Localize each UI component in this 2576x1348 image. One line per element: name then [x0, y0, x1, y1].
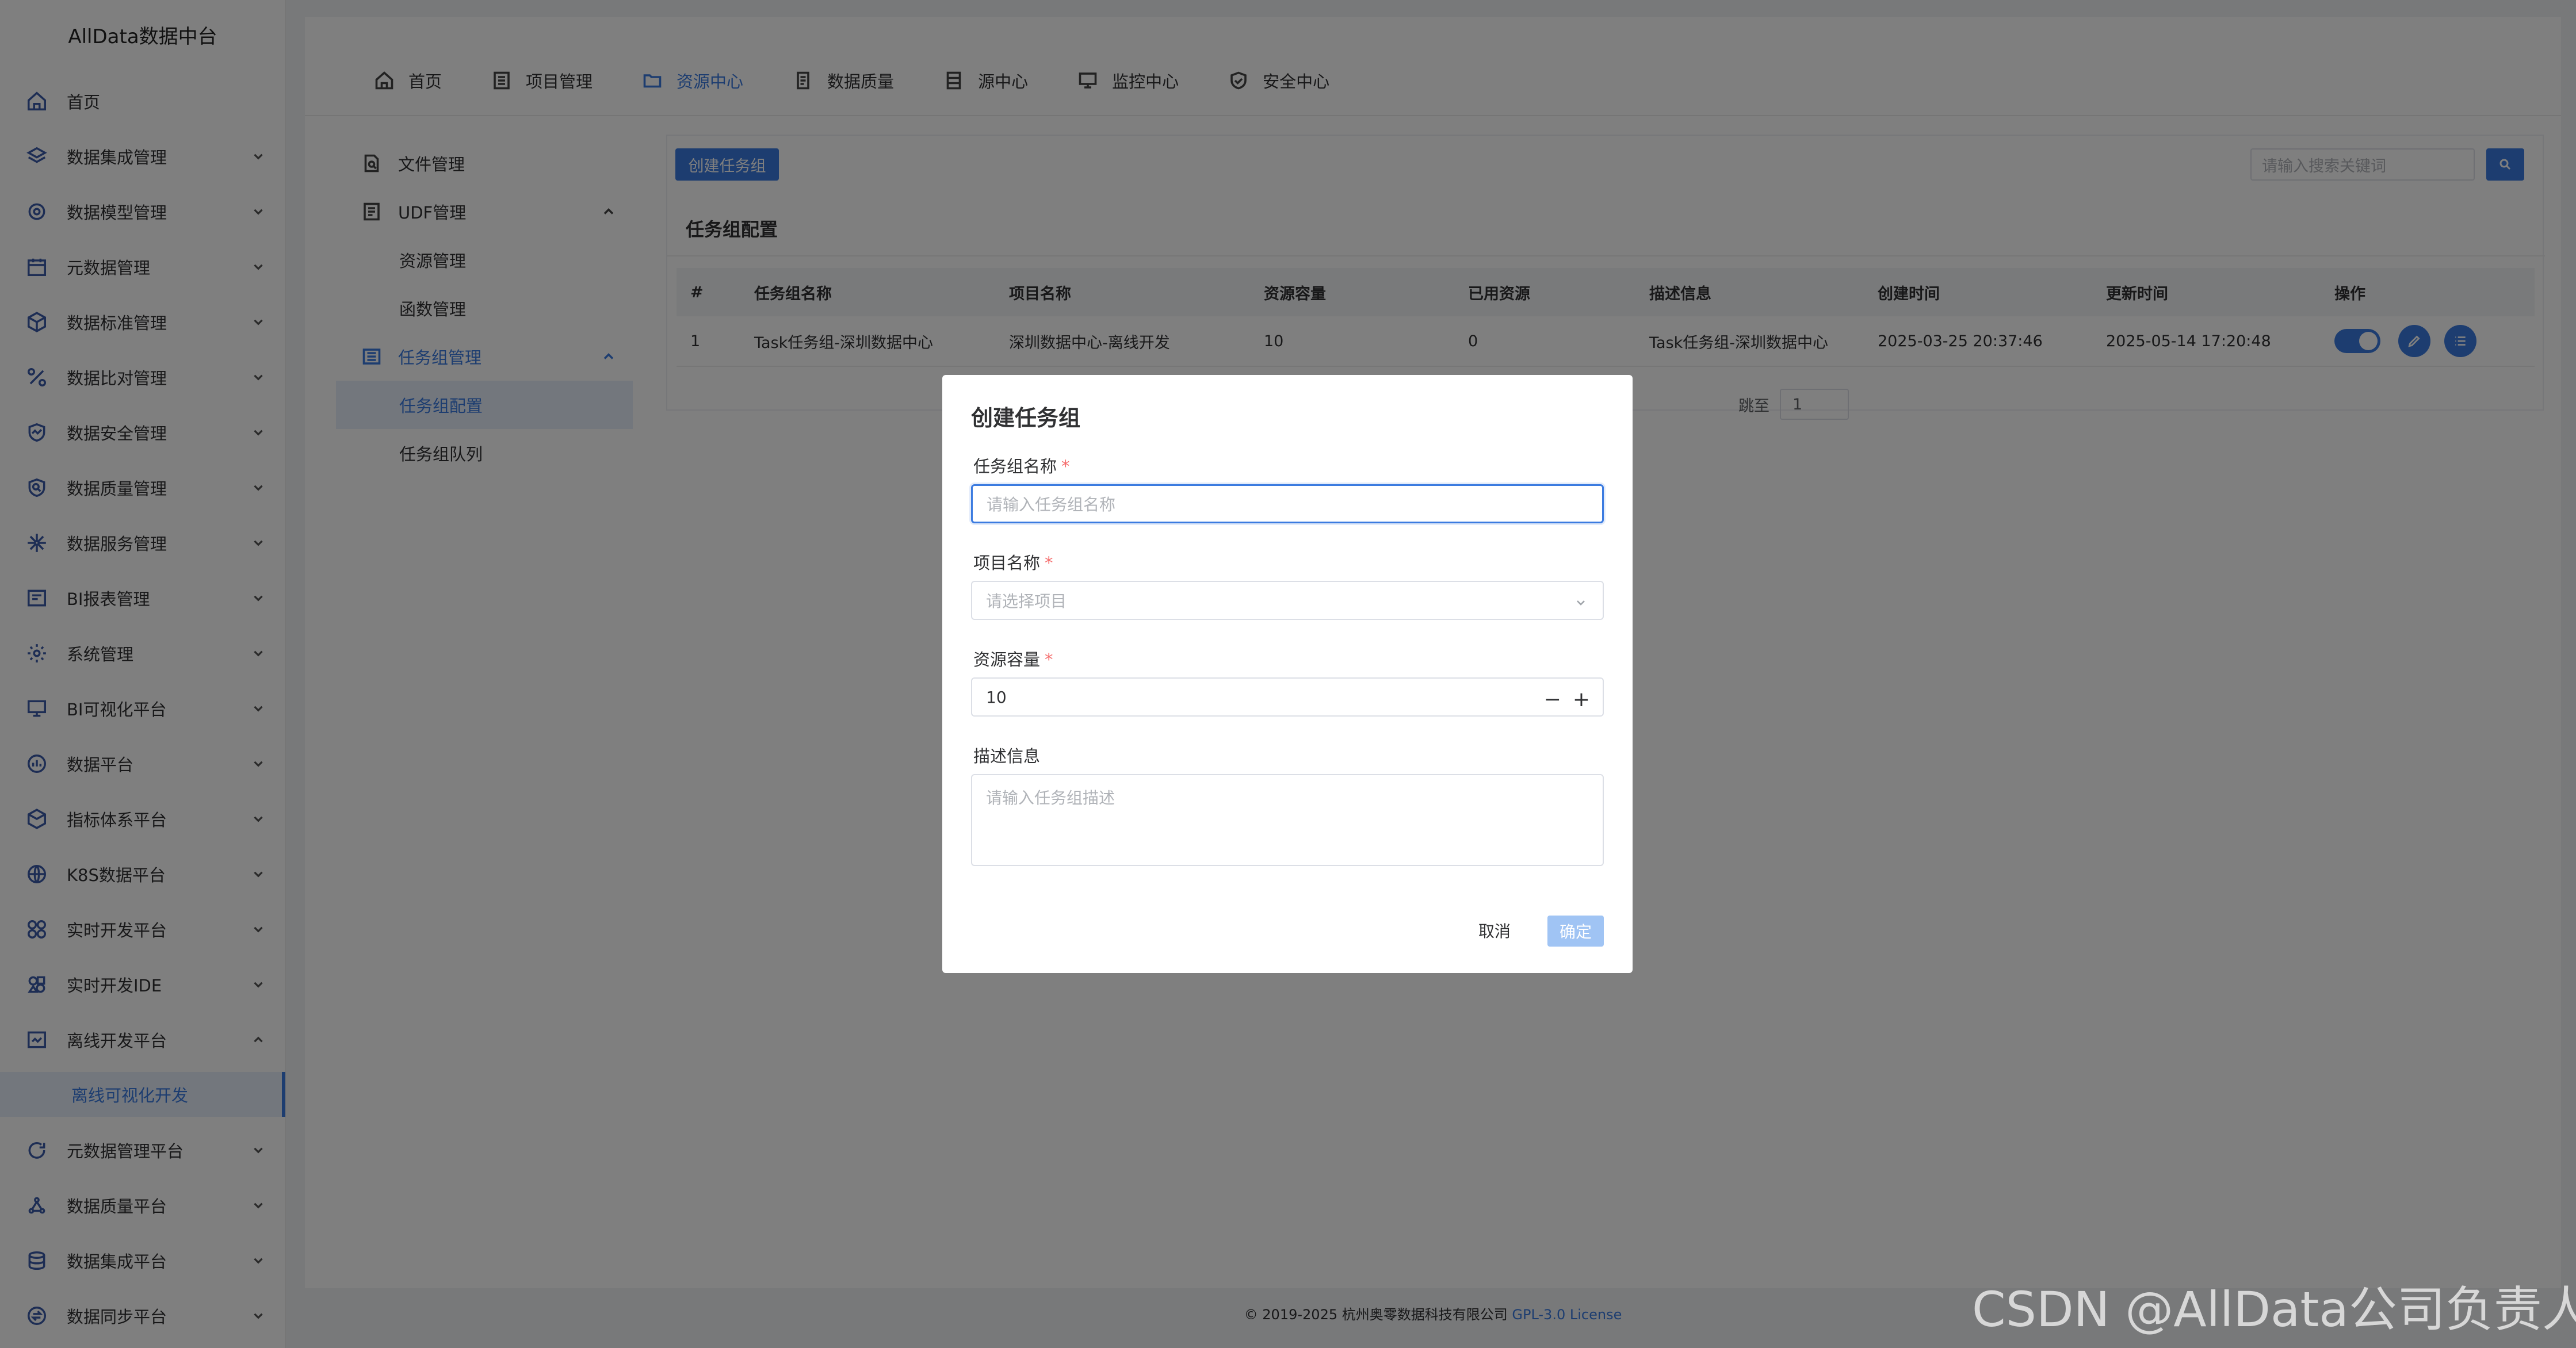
minus-icon[interactable]: − [1544, 688, 1561, 711]
capacity-label-text: 资源容量 [973, 650, 1041, 669]
stepper-controls: − + [1544, 688, 1590, 711]
taskgroup-name-input[interactable]: 请输入任务组名称 [971, 484, 1604, 523]
plus-icon[interactable]: + [1573, 688, 1590, 711]
description-textarea[interactable]: 请输入任务组描述 [971, 774, 1604, 866]
watermark: CSDN @AllData公司负责人 [1972, 1281, 2576, 1338]
cancel-button[interactable]: 取消 [1478, 919, 1511, 942]
project-label: 项目名称 * [973, 550, 1053, 574]
capacity-label: 资源容量 * [973, 646, 1053, 671]
required-mark: * [1045, 650, 1053, 669]
name-label: 任务组名称 * [973, 453, 1070, 477]
chevron-down-icon [1574, 595, 1588, 614]
name-label-text: 任务组名称 [973, 457, 1057, 476]
create-taskgroup-dialog: 创建任务组 任务组名称 * 请输入任务组名称 项目名称 * 请选择项目 资源容量 * … [942, 375, 1633, 973]
project-select[interactable]: 请选择项目 [971, 581, 1604, 620]
dialog-title: 创建任务组 [971, 405, 1081, 431]
capacity-value: 10 [986, 687, 1007, 707]
project-select-placeholder: 请选择项目 [986, 592, 1067, 611]
required-mark: * [1045, 553, 1053, 573]
confirm-button[interactable]: 确定 [1547, 916, 1604, 947]
description-label: 描述信息 [973, 746, 1041, 766]
capacity-stepper[interactable]: 10 − + [971, 677, 1604, 717]
project-label-text: 项目名称 [973, 553, 1041, 573]
required-mark: * [1061, 457, 1070, 476]
